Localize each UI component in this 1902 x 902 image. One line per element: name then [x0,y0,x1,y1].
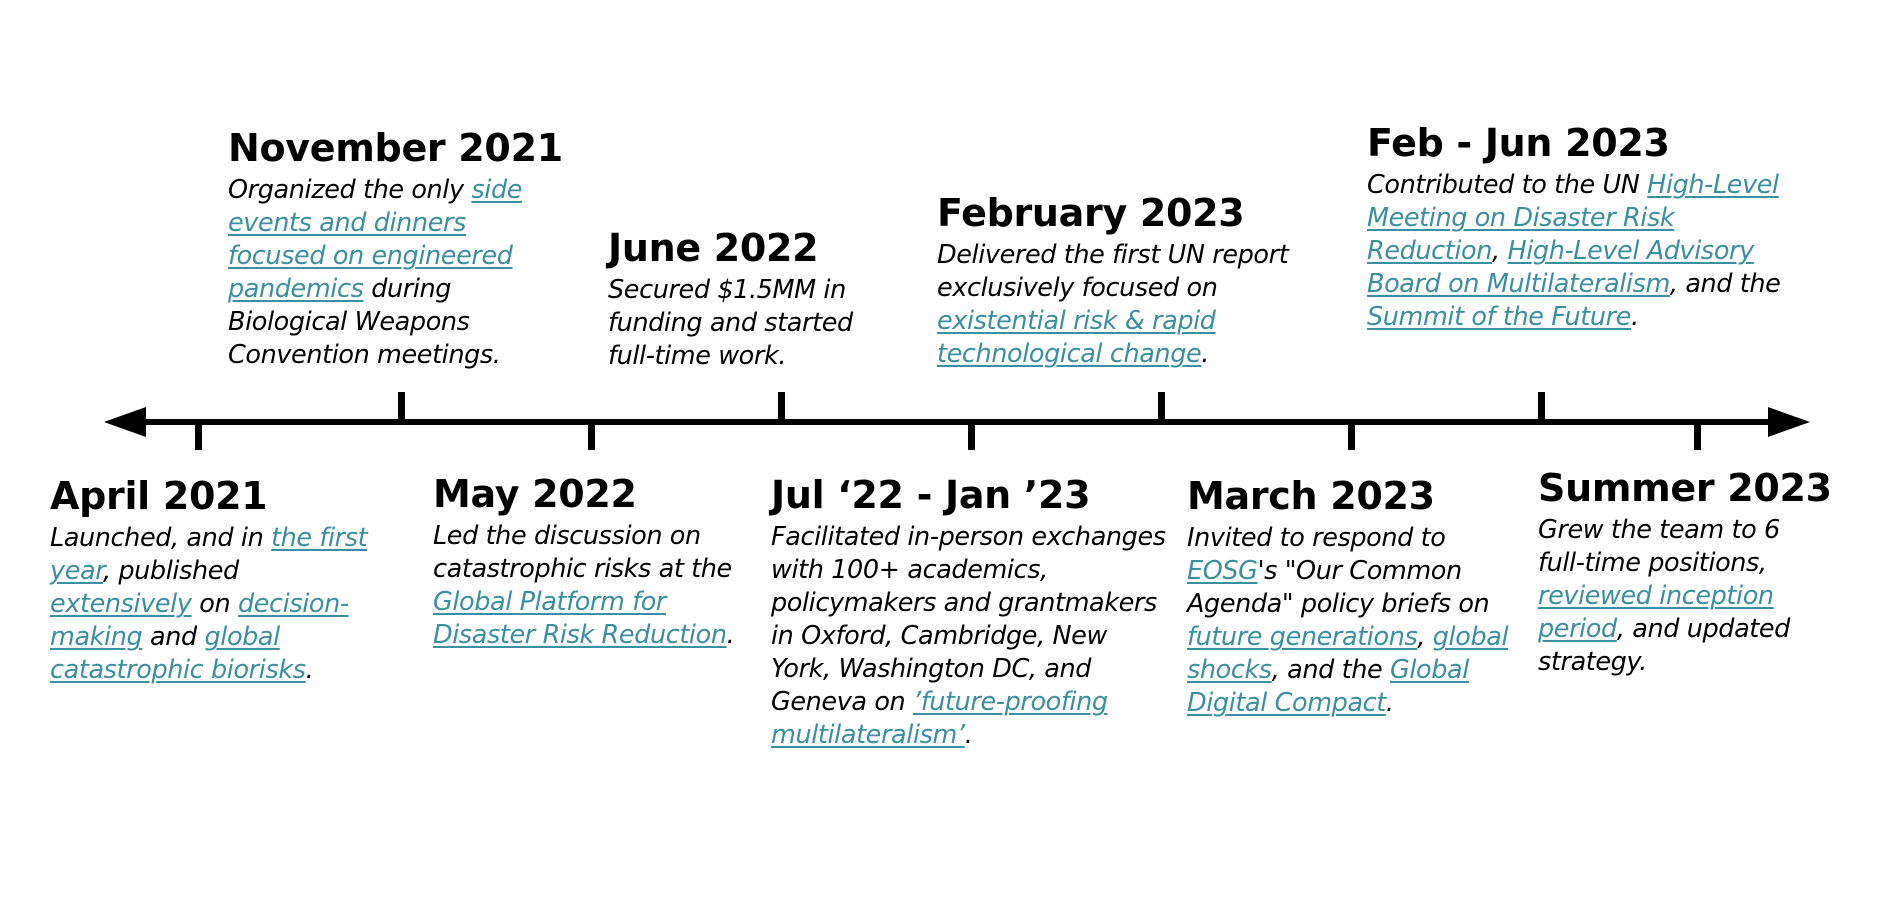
event-feb-2023: February 2023 Delivered the first UN rep… [937,191,1307,371]
event-jun-2022: June 2022 Secured $1.5MM in funding and … [608,226,878,373]
description-text: and [142,622,205,652]
description-text: Organized the only [228,175,472,205]
event-date: May 2022 [433,472,637,516]
description-text: , [1492,236,1508,266]
event-description: Contributed to the UN High-Level Meeting… [1367,169,1792,334]
description-link[interactable]: future generations [1187,622,1418,652]
description-text: Launched, and in [50,523,272,553]
event-may-2022: May 2022 Led the discussion on catastrop… [433,472,751,652]
event-description: Organized the only side events and dinne… [228,174,546,372]
description-text: Grew the team to 6 full-time positions, [1538,515,1780,578]
event-summer-2023: Summer 2023 Grew the team to 6 full-time… [1538,466,1832,679]
tick-jun-2022 [778,392,785,422]
event-apr-2021: April 2021 Launched, and in the first ye… [50,474,380,687]
description-text: Contributed to the UN [1367,170,1648,200]
event-description: Facilitated in-person exchanges with 100… [771,521,1166,752]
description-text: Secured $1.5MM in funding and started fu… [608,275,853,371]
description-text: , and the [1271,655,1390,685]
description-text: . [305,655,314,685]
description-text: . [964,720,973,750]
event-feb-jun-2023: Feb - Jun 2023 Contributed to the UN Hig… [1367,121,1792,334]
description-link[interactable]: EOSG [1187,556,1258,586]
tick-mar-2023 [1348,422,1355,450]
tick-feb-2023 [1158,392,1165,422]
tick-nov-2021 [398,392,405,422]
tick-may-2022 [588,422,595,450]
event-description: Grew the team to 6 full-time positions, … [1538,514,1828,679]
event-mar-2023: March 2023 Invited to respond to EOSG's … [1187,474,1527,720]
description-link[interactable]: extensively [50,589,192,619]
description-text: Invited to respond to [1187,523,1446,553]
description-link[interactable]: Global Platform for Disaster Risk Reduct… [433,587,727,650]
description-text: . [726,620,735,650]
event-date: Jul ‘22 - Jan ’23 [771,473,1091,517]
event-description: Delivered the first UN report exclusivel… [937,239,1307,371]
event-date: February 2023 [937,191,1245,235]
event-date: March 2023 [1187,474,1435,518]
description-text: Delivered the first UN report exclusivel… [937,240,1289,303]
event-date: June 2022 [608,226,819,270]
event-date: Feb - Jun 2023 [1367,121,1670,165]
description-text: , published [102,556,239,586]
event-jul-22-jan-23: Jul ‘22 - Jan ’23 Facilitated in-person … [771,473,1166,752]
description-link[interactable]: Summit of the Future [1367,302,1631,332]
tick-apr-2021 [195,422,202,450]
event-date: Summer 2023 [1538,466,1832,510]
description-text: on [191,589,238,619]
tick-jul-22-jan-23 [968,422,975,450]
right-arrowhead-icon [1768,407,1810,437]
event-description: Led the discussion on catastrophic risks… [433,520,751,652]
tick-feb-jun-2023 [1538,392,1545,422]
description-text: . [1201,339,1209,369]
left-arrowhead-icon [104,407,146,437]
tick-summer-2023 [1694,422,1701,450]
description-text: . [1385,688,1394,718]
description-text: , [1417,622,1433,652]
description-text: . [1630,302,1639,332]
description-text: , and the [1669,269,1781,299]
event-description: Secured $1.5MM in funding and started fu… [608,274,878,373]
event-description: Launched, and in the first year, publish… [50,522,380,687]
description-text: Led the discussion on catastrophic risks… [433,521,732,584]
event-nov-2021: November 2021 Organized the only side ev… [228,126,563,372]
event-description: Invited to respond to EOSG's "Our Common… [1187,522,1527,720]
description-link[interactable]: existential risk & rapid technological c… [937,306,1216,369]
event-date: April 2021 [50,474,268,518]
event-date: November 2021 [228,126,563,170]
